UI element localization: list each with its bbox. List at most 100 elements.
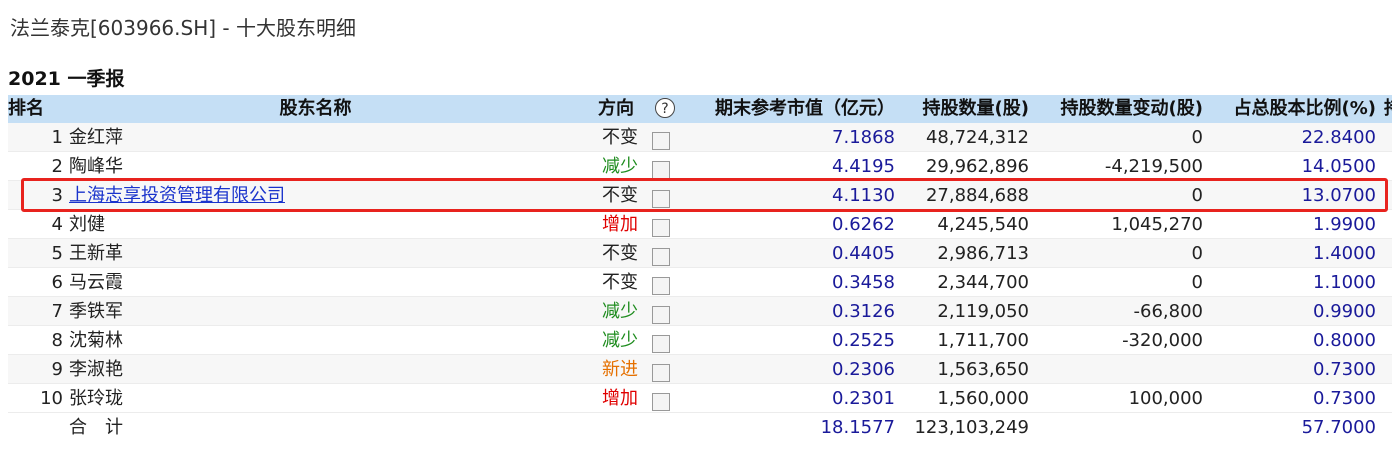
percent-of-total: 1.4000 bbox=[1313, 243, 1376, 264]
table-row: 1 金红萍 不变 7.1868 48,724,312 0 22.8400 bbox=[8, 123, 1392, 152]
row-rank: 4 bbox=[51, 214, 63, 235]
row-rank: 1 bbox=[51, 127, 63, 148]
total-label: 合 计 bbox=[69, 417, 123, 438]
direction-label: 增加 bbox=[602, 214, 638, 235]
direction-help-icon[interactable]: ? bbox=[655, 98, 675, 118]
table-total-row: 合 计 18.1577 123,103,249 57.7000 bbox=[8, 413, 1392, 442]
question-icon[interactable] bbox=[652, 189, 670, 208]
shareholder-name: 陶峰华 bbox=[69, 156, 123, 177]
share-count: 2,344,700 bbox=[937, 272, 1029, 293]
row-help-cell bbox=[652, 210, 676, 238]
market-value: 0.3126 bbox=[832, 301, 895, 322]
share-change: 0 bbox=[1191, 185, 1203, 206]
percent-of-total: 0.7300 bbox=[1313, 359, 1376, 380]
row-rank: 10 bbox=[40, 388, 63, 409]
row-rank: 5 bbox=[51, 243, 63, 264]
share-count: 48,724,312 bbox=[925, 127, 1029, 148]
question-icon[interactable] bbox=[652, 305, 670, 324]
question-icon[interactable] bbox=[652, 247, 670, 266]
row-help-cell bbox=[652, 123, 676, 151]
market-value: 4.4195 bbox=[832, 156, 895, 177]
share-change: 1,045,270 bbox=[1111, 214, 1203, 235]
percent-of-total: 1.9900 bbox=[1313, 214, 1376, 235]
market-value: 4.1130 bbox=[832, 185, 895, 206]
share-change: 0 bbox=[1191, 127, 1203, 148]
share-change: 0 bbox=[1191, 243, 1203, 264]
direction-label: 不变 bbox=[602, 127, 638, 148]
direction-label: 不变 bbox=[602, 272, 638, 293]
total-shares: 123,103,249 bbox=[914, 417, 1029, 438]
shareholder-name-link[interactable]: 上海志享投资管理有限公司 bbox=[69, 181, 529, 209]
row-help-cell bbox=[652, 268, 676, 296]
market-value: 7.1868 bbox=[832, 127, 895, 148]
market-value: 0.4405 bbox=[832, 243, 895, 264]
share-count: 2,119,050 bbox=[937, 301, 1029, 322]
header-shareholder-name: 股东名称 bbox=[279, 98, 352, 119]
market-value: 0.2306 bbox=[832, 359, 895, 380]
row-help-cell bbox=[652, 355, 676, 383]
row-rank: 2 bbox=[51, 156, 63, 177]
share-change: -320,000 bbox=[1122, 330, 1203, 351]
percent-of-total: 1.1000 bbox=[1313, 272, 1376, 293]
header-share-change: 持股数量变动(股) bbox=[1060, 98, 1203, 119]
share-count: 1,711,700 bbox=[937, 330, 1029, 351]
table-row: 4 刘健 增加 0.6262 4,245,540 1,045,270 1.9900 bbox=[8, 210, 1392, 239]
table-row: 6 马云霞 不变 0.3458 2,344,700 0 1.1000 bbox=[8, 268, 1392, 297]
direction-label: 不变 bbox=[602, 243, 638, 264]
share-change: -66,800 bbox=[1133, 301, 1203, 322]
row-help-cell bbox=[652, 297, 676, 325]
shareholder-name: 马云霞 bbox=[69, 272, 123, 293]
table-row: 10 张玲珑 增加 0.2301 1,560,000 100,000 0.7300 bbox=[8, 384, 1392, 413]
direction-label: 增加 bbox=[602, 388, 638, 409]
direction-label: 减少 bbox=[602, 156, 638, 177]
header-rank: 排名 bbox=[8, 98, 44, 119]
share-count: 27,884,688 bbox=[925, 185, 1029, 206]
table-row: 9 李淑艳 新进 0.2306 1,563,650 0.7300 bbox=[8, 355, 1392, 384]
direction-label: 减少 bbox=[602, 330, 638, 351]
table-header-row: 排名 股东名称 方向 ? 期末参考市值（亿元） 持股数量(股) 持股数量变动(股… bbox=[8, 95, 1392, 123]
total-market-value: 18.1577 bbox=[820, 417, 895, 438]
shareholder-name: 李淑艳 bbox=[69, 359, 123, 380]
header-market-value: 期末参考市值（亿元） bbox=[715, 98, 895, 119]
percent-of-total: 22.8400 bbox=[1301, 127, 1376, 148]
question-icon[interactable] bbox=[652, 334, 670, 353]
share-count: 1,563,650 bbox=[937, 359, 1029, 380]
market-value: 0.6262 bbox=[832, 214, 895, 235]
question-icon[interactable] bbox=[652, 218, 670, 237]
table-row: 5 王新革 不变 0.4405 2,986,713 0 1.4000 bbox=[8, 239, 1392, 268]
percent-of-total: 0.8000 bbox=[1313, 330, 1376, 351]
direction-label: 新进 bbox=[602, 359, 638, 380]
percent-of-total: 14.0500 bbox=[1301, 156, 1376, 177]
market-value: 0.2525 bbox=[832, 330, 895, 351]
row-help-cell bbox=[652, 239, 676, 267]
share-change: 0 bbox=[1191, 272, 1203, 293]
row-help-cell bbox=[652, 384, 676, 412]
shareholder-name: 刘健 bbox=[69, 214, 105, 235]
table-row: 2 陶峰华 减少 4.4195 29,962,896 -4,219,500 14.0500 bbox=[8, 152, 1392, 181]
share-change: -4,219,500 bbox=[1104, 156, 1203, 177]
share-count: 2,986,713 bbox=[937, 243, 1029, 264]
row-rank: 7 bbox=[51, 301, 63, 322]
row-help-cell bbox=[652, 326, 676, 354]
percent-of-total: 0.7300 bbox=[1313, 388, 1376, 409]
shareholder-name: 金红萍 bbox=[69, 127, 123, 148]
header-shares: 持股数量(股) bbox=[922, 98, 1029, 119]
question-icon[interactable] bbox=[652, 131, 670, 150]
share-count: 29,962,896 bbox=[925, 156, 1029, 177]
question-icon[interactable] bbox=[652, 363, 670, 382]
share-count: 4,245,540 bbox=[937, 214, 1029, 235]
page-title: 法兰泰克[603966.SH] - 十大股东明细 bbox=[10, 16, 356, 40]
row-rank: 3 bbox=[51, 185, 63, 206]
share-change bbox=[1029, 355, 1203, 383]
question-icon[interactable] bbox=[652, 160, 670, 179]
market-value: 0.3458 bbox=[832, 272, 895, 293]
header-percent: 占总股本比例(%) bbox=[1233, 98, 1377, 119]
question-icon[interactable] bbox=[652, 392, 670, 411]
share-count: 1,560,000 bbox=[937, 388, 1029, 409]
table-row: 7 季铁军 减少 0.3126 2,119,050 -66,800 0.9900 bbox=[8, 297, 1392, 326]
shareholder-name: 王新革 bbox=[69, 243, 123, 264]
question-icon[interactable] bbox=[652, 276, 670, 295]
table-row: 8 沈菊林 减少 0.2525 1,711,700 -320,000 0.8000 bbox=[8, 326, 1392, 355]
row-rank: 9 bbox=[51, 359, 63, 380]
row-help-cell bbox=[652, 181, 676, 209]
